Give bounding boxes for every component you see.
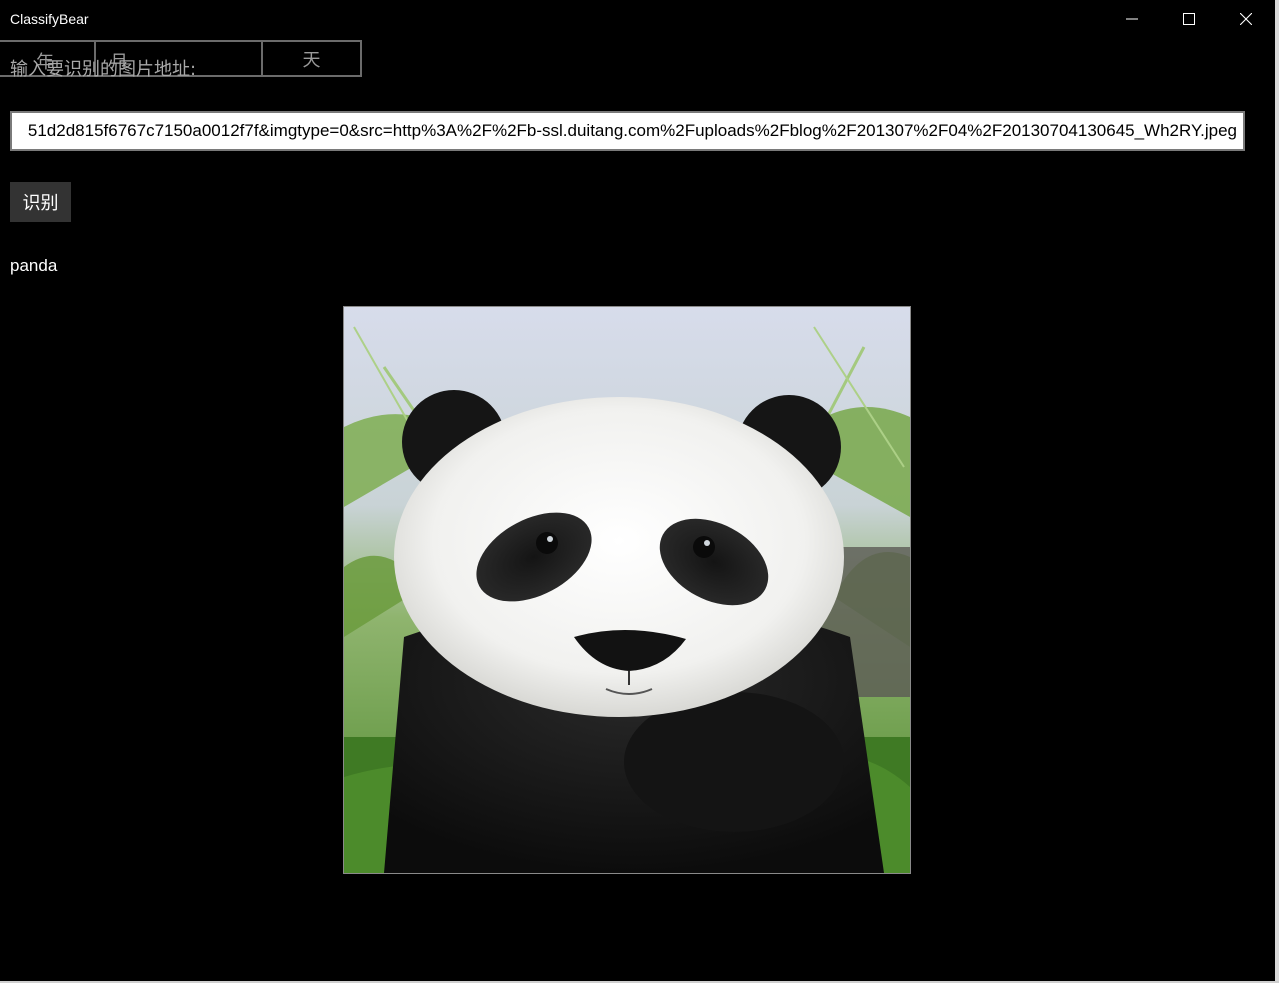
minimize-button[interactable] xyxy=(1104,0,1160,38)
maximize-icon xyxy=(1183,13,1195,25)
url-prompt-label: 输入要识别的图片地址: xyxy=(10,59,197,80)
date-picker-day[interactable]: 天 xyxy=(263,42,360,75)
close-icon xyxy=(1240,13,1252,25)
app-window: ClassifyBear 年 月 天 输入要识别的图片地址: 51d2d815f… xyxy=(0,0,1279,983)
title-bar[interactable]: ClassifyBear xyxy=(0,0,1279,38)
recognize-button[interactable]: 识别 xyxy=(10,182,71,222)
image-url-input[interactable]: 51d2d815f6767c7150a0012f7f&imgtype=0&src… xyxy=(10,111,1245,151)
window-right-edge xyxy=(1275,0,1279,983)
panda-photo xyxy=(344,307,910,873)
minimize-icon xyxy=(1126,18,1138,20)
classification-result: panda xyxy=(10,256,58,275)
app-title: ClassifyBear xyxy=(10,11,89,27)
preview-image xyxy=(343,306,911,874)
close-button[interactable] xyxy=(1218,0,1274,38)
image-url-value[interactable]: 51d2d815f6767c7150a0012f7f&imgtype=0&src… xyxy=(28,113,1237,149)
maximize-button[interactable] xyxy=(1161,0,1217,38)
